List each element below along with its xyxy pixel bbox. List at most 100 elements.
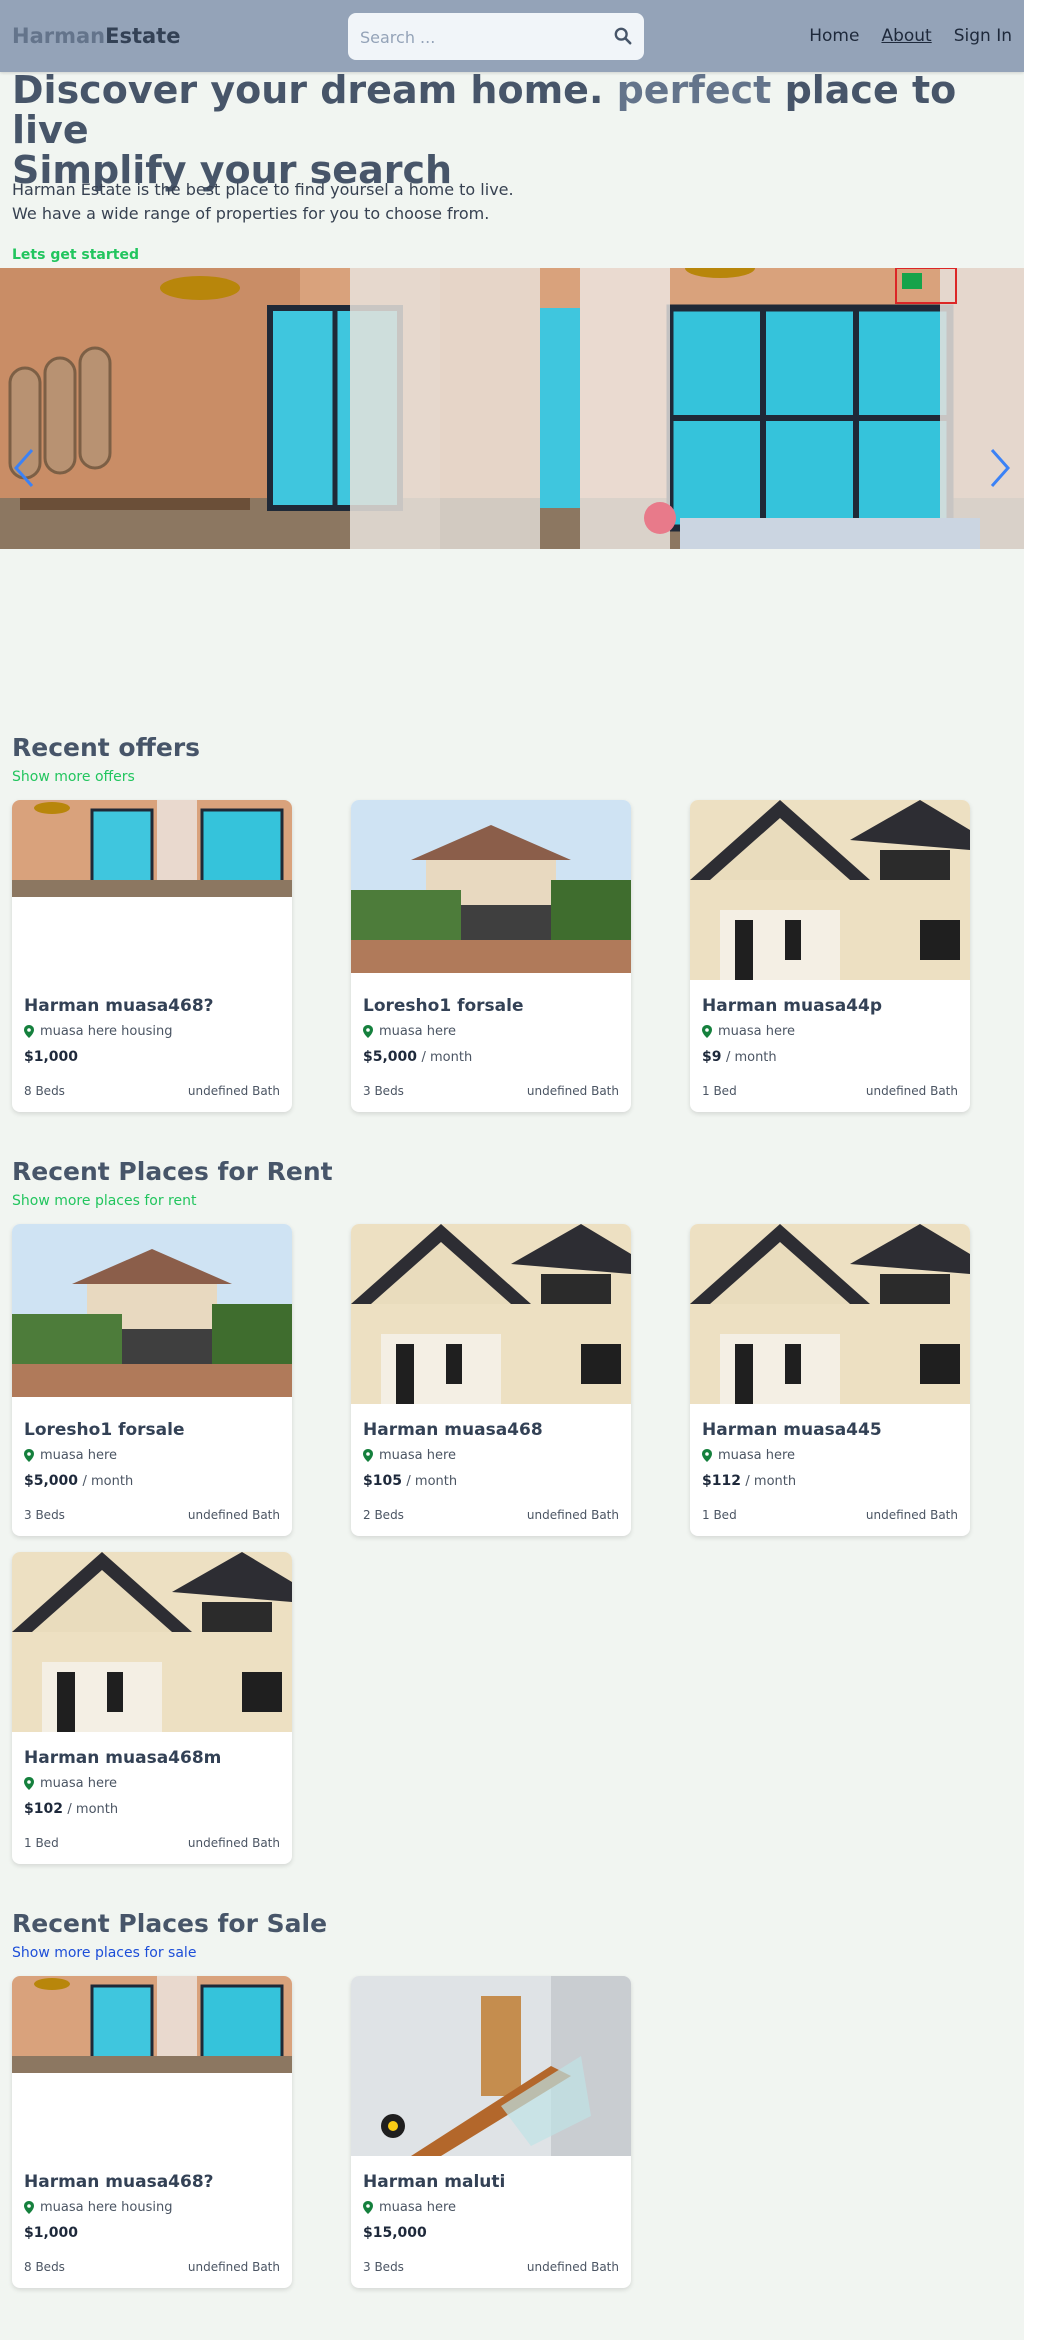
- listing-card[interactable]: Loresho1 forsale muasa here $5,000 / month…: [351, 800, 631, 1112]
- nav-signin-link[interactable]: Sign In: [954, 26, 1012, 46]
- listing-card[interactable]: Harman muasa468? muasa here housing $1,000…: [12, 1976, 292, 2288]
- listing-price-value: $105: [363, 1473, 402, 1489]
- listing-card[interactable]: Loresho1 forsale muasa here $5,000 / month…: [12, 1224, 292, 1536]
- listing-image[interactable]: [351, 1976, 631, 2156]
- hero-image-slider: [0, 268, 1024, 549]
- listing-price: $105 / month: [363, 1473, 457, 1489]
- show-more-sale-link[interactable]: Show more places for sale: [12, 1945, 196, 1961]
- listing-card[interactable]: Harman maluti muasa here $15,000 3 Beds und…: [351, 1976, 631, 2288]
- listing-title[interactable]: Harman muasa445: [702, 1420, 882, 1440]
- listing-bath: undefined Bath: [526, 1084, 619, 1098]
- listing-title[interactable]: Harman muasa468: [363, 1420, 543, 1440]
- location-pin-icon: [24, 2201, 34, 2214]
- listing-location: muasa here: [702, 1024, 795, 1039]
- listing-price-period: / month: [745, 1474, 797, 1489]
- listing-title[interactable]: Harman maluti: [363, 2172, 505, 2192]
- listing-bath: undefined Bath: [187, 1836, 280, 1850]
- listing-price: $1,000: [24, 2225, 78, 2241]
- location-pin-icon: [363, 1449, 373, 1462]
- listing-location: muasa here: [702, 1448, 795, 1463]
- hero-title-part-1: Discover your dream home.: [12, 68, 604, 112]
- listing-title[interactable]: Harman muasa468?: [24, 2172, 214, 2192]
- listing-location: muasa here: [363, 2200, 456, 2215]
- show-more-offers-link[interactable]: Show more offers: [12, 769, 135, 785]
- listing-location-text: muasa here: [40, 1776, 118, 1791]
- listing-location: muasa here: [363, 1024, 456, 1039]
- listing-location: muasa here: [363, 1448, 456, 1463]
- listing-beds: 3 Beds: [363, 1084, 404, 1098]
- listing-bath: undefined Bath: [526, 2260, 619, 2274]
- listing-price: $15,000: [363, 2225, 427, 2241]
- location-pin-icon: [702, 1449, 712, 1462]
- recent-offers-title: Recent offers: [12, 733, 201, 762]
- main-nav: Home About Sign In: [809, 26, 1012, 46]
- slider-image-living-room: [0, 268, 1024, 549]
- listing-card[interactable]: Harman muasa445 muasa here $112 / month 1 B…: [690, 1224, 970, 1536]
- listing-beds: 3 Beds: [363, 2260, 404, 2274]
- listing-price-period: / month: [421, 1050, 473, 1065]
- show-more-rent-link[interactable]: Show more places for rent: [12, 1193, 196, 1209]
- listing-price-value: $112: [702, 1473, 741, 1489]
- listing-location: muasa here housing: [24, 2200, 172, 2215]
- listing-bath: undefined Bath: [187, 2260, 280, 2274]
- listing-image[interactable]: [12, 1224, 292, 1397]
- listing-title[interactable]: Harman muasa468?: [24, 996, 214, 1016]
- listing-location: muasa here: [24, 1776, 117, 1791]
- get-started-link[interactable]: Lets get started: [12, 247, 139, 263]
- listing-title[interactable]: Loresho1 forsale: [363, 996, 523, 1016]
- listing-location-text: muasa here: [379, 1024, 457, 1039]
- nav-about-link[interactable]: About: [881, 26, 931, 46]
- slider-next-arrow-icon[interactable]: [988, 446, 1012, 490]
- listing-location-text: muasa here: [718, 1024, 796, 1039]
- listing-card[interactable]: Harman muasa468? muasa here housing $1,000…: [12, 800, 292, 1112]
- listing-price-value: $5,000: [363, 1049, 418, 1065]
- listing-price: $1,000: [24, 1049, 78, 1065]
- listing-price: $5,000 / month: [24, 1473, 133, 1489]
- listing-price-period: / month: [82, 1474, 134, 1489]
- listing-beds: 2 Beds: [363, 1508, 404, 1522]
- hero-title-accent: perfect: [616, 68, 772, 112]
- listing-price-period: / month: [725, 1050, 777, 1065]
- recent-rent-title: Recent Places for Rent: [12, 1157, 333, 1186]
- listing-image[interactable]: [12, 1552, 292, 1732]
- logo-part-2: Estate: [105, 24, 181, 48]
- top-navbar: HarmanEstate Home About Sign In: [0, 0, 1024, 72]
- slider-prev-arrow-icon[interactable]: [12, 446, 36, 490]
- listing-title[interactable]: Harman muasa44p: [702, 996, 882, 1016]
- listing-location: muasa here: [24, 1448, 117, 1463]
- listing-card[interactable]: Harman muasa44p muasa here $9 / month 1 Bed…: [690, 800, 970, 1112]
- listing-image[interactable]: [690, 800, 970, 980]
- listing-location-text: muasa here: [379, 1448, 457, 1463]
- listing-bath: undefined Bath: [865, 1508, 958, 1522]
- listing-title[interactable]: Loresho1 forsale: [24, 1420, 184, 1440]
- listing-price-period: / month: [406, 1474, 458, 1489]
- listing-image[interactable]: [690, 1224, 970, 1404]
- search-input[interactable]: [360, 25, 600, 49]
- location-pin-icon: [363, 2201, 373, 2214]
- listing-title[interactable]: Harman muasa468m: [24, 1748, 221, 1768]
- listing-image[interactable]: [351, 1224, 631, 1404]
- listing-beds: 1 Bed: [24, 1836, 59, 1850]
- listing-card[interactable]: Harman muasa468m muasa here $102 / month 1 …: [12, 1552, 292, 1864]
- listing-price-value: $5,000: [24, 1473, 79, 1489]
- hero-title: Discover your dream home. perfect place …: [12, 70, 1024, 190]
- hero-description: Harman Estate is the best place to find …: [12, 178, 514, 226]
- listing-image[interactable]: [351, 800, 631, 973]
- listing-image[interactable]: [12, 800, 292, 897]
- listing-price-value: $9: [702, 1049, 722, 1065]
- listing-image[interactable]: [12, 1976, 292, 2073]
- listing-beds: 8 Beds: [24, 2260, 65, 2274]
- site-logo[interactable]: HarmanEstate: [12, 24, 180, 48]
- listing-card[interactable]: Harman muasa468 muasa here $105 / month 2 B…: [351, 1224, 631, 1536]
- recent-sale-title: Recent Places for Sale: [12, 1909, 328, 1938]
- nav-home-link[interactable]: Home: [809, 26, 859, 46]
- listing-price-value: $102: [24, 1801, 63, 1817]
- location-pin-icon: [24, 1449, 34, 1462]
- listing-beds: 1 Bed: [702, 1084, 737, 1098]
- location-pin-icon: [702, 1025, 712, 1038]
- hero-desc-line-1: Harman Estate is the best place to find …: [12, 180, 514, 199]
- search-icon[interactable]: [614, 27, 632, 45]
- listing-price: $9 / month: [702, 1049, 777, 1065]
- search-box: [348, 13, 644, 60]
- listing-price-period: / month: [67, 1802, 119, 1817]
